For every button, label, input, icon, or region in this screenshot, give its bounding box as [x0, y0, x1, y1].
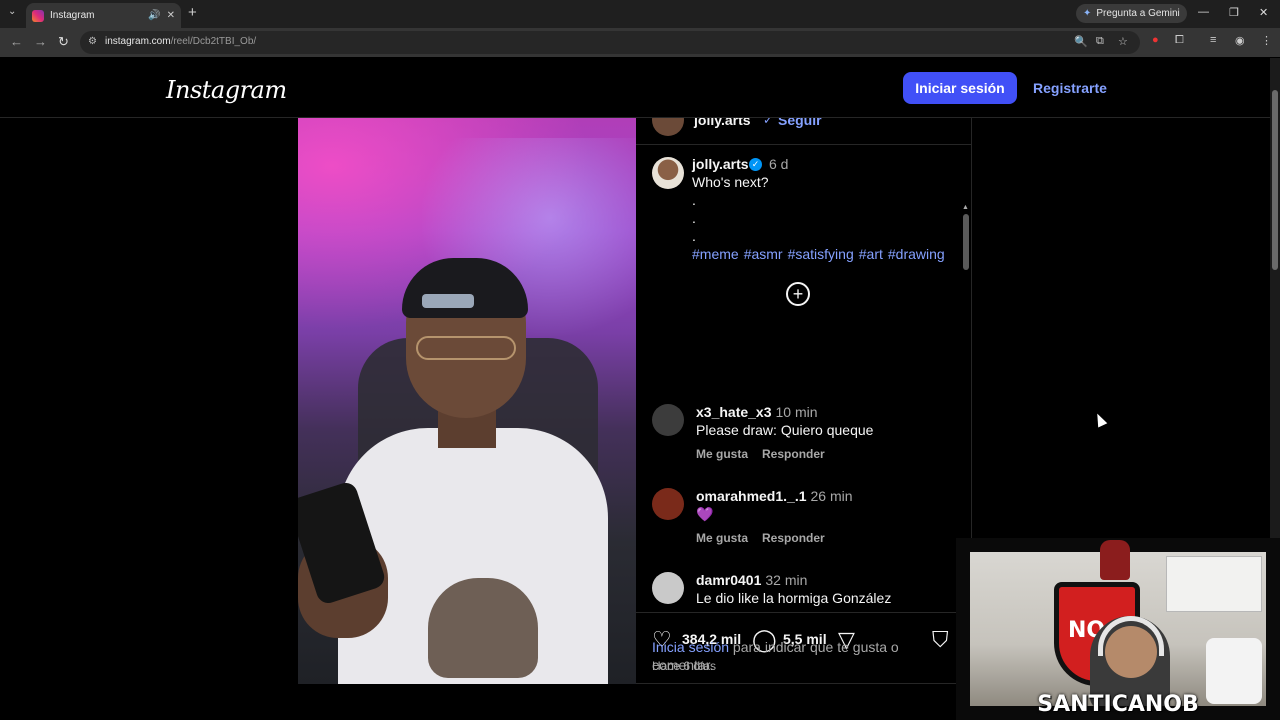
reload-icon[interactable]: ↻	[58, 34, 69, 50]
webcam-figurine	[1100, 540, 1130, 580]
hashtag-link[interactable]: #meme	[692, 246, 739, 262]
comment-username[interactable]: x3_hate_x3	[696, 404, 772, 420]
video-shirt-graphic	[428, 578, 538, 678]
comment-username[interactable]: damr0401	[696, 572, 761, 588]
signup-link[interactable]: Registrarte	[1033, 80, 1107, 96]
site-info-icon[interactable]: ⚙	[88, 36, 97, 47]
post-header: jolly.arts ✓ Seguir	[636, 118, 972, 145]
comment-reply-button[interactable]: Responder	[762, 531, 825, 545]
hashtag-link[interactable]: #art	[859, 246, 883, 262]
video-glasses	[416, 336, 516, 360]
media-icon[interactable]: ≡	[1210, 34, 1216, 46]
tab-title: Instagram	[50, 10, 95, 21]
scroll-up-arrow-icon[interactable]: ▲	[962, 204, 969, 211]
comment-like-button[interactable]: Me gusta	[696, 531, 748, 545]
comments-list: jolly.arts ✓ 6 d Who's next? . . . #meme…	[636, 146, 964, 612]
comment-time: 10 min	[775, 404, 818, 420]
site-header: Instagram Iniciar sesión Registrarte	[0, 58, 1270, 118]
author-username[interactable]: jolly.arts	[694, 118, 751, 128]
comment-text: Le dio like la hormiga González	[696, 590, 892, 606]
url-text[interactable]: instagram.com/reel/Dcb2tTBI_Ob/	[105, 36, 256, 47]
verified-badge-icon: ✓	[749, 158, 762, 171]
instagram-logo[interactable]: Instagram	[166, 76, 287, 104]
mouse-cursor-icon	[1092, 411, 1108, 428]
post-panel: jolly.arts ✓ Seguir jolly.arts ✓ 6 d Who…	[636, 118, 972, 684]
caption-avatar[interactable]	[652, 157, 684, 189]
verified-icon: ✓	[763, 118, 774, 127]
instagram-favicon-icon	[32, 9, 44, 22]
gemini-button[interactable]: ✦ Pregunta a Gemini	[1076, 4, 1187, 23]
caption-dot: .	[692, 192, 696, 208]
browser-tab[interactable]: Instagram 🔊 ✕	[26, 3, 181, 28]
caption-dot: .	[692, 228, 696, 244]
comment-text: Please draw: Quiero queque	[696, 422, 874, 438]
speaker-icon[interactable]: 🔊	[148, 10, 160, 21]
restore-icon[interactable]: ❐	[1229, 6, 1239, 19]
follow-button[interactable]: Seguir	[778, 118, 822, 128]
caption-dot: .	[692, 210, 696, 226]
new-tab-button[interactable]: +	[188, 4, 197, 21]
page-scroll-thumb[interactable]	[1272, 90, 1278, 270]
bookmark-star-icon[interactable]: ☆	[1118, 35, 1128, 48]
video-cap-band	[422, 294, 474, 308]
save-bookmark-icon[interactable]: ⛉	[932, 627, 949, 653]
back-icon[interactable]: ←	[10, 34, 23, 49]
login-button[interactable]: Iniciar sesión	[903, 72, 1017, 104]
caption-text: Who's next?	[692, 174, 769, 190]
comment-time: 26 min	[810, 488, 853, 504]
comment-avatar[interactable]	[652, 572, 684, 604]
comment-item: omarahmed1._.1 26 min 💜 Me gusta Responder	[636, 488, 964, 568]
profile-icon[interactable]: ◉	[1235, 34, 1245, 47]
load-more-comments-icon[interactable]: +	[786, 282, 810, 306]
reel-video[interactable]: 🔊	[298, 118, 636, 684]
comment-user-line: damr0401 32 min	[696, 572, 807, 588]
comment-avatar[interactable]	[652, 404, 684, 436]
zoom-icon[interactable]: 🔍	[1074, 35, 1088, 48]
comment-time: 32 min	[765, 572, 808, 588]
forward-icon[interactable]: →	[34, 34, 47, 49]
extension-icon[interactable]: ●	[1152, 34, 1159, 46]
install-icon[interactable]: ⧉	[1096, 35, 1104, 48]
login-prompt: Inicia sesión para indicar que te gusta …	[652, 638, 922, 674]
author-avatar[interactable]	[652, 118, 684, 136]
comment-user-line: x3_hate_x3 10 min	[696, 404, 818, 420]
caption-username[interactable]: jolly.arts	[692, 156, 749, 172]
browser-tab-bar: ⌄ Instagram 🔊 ✕ + ✦ Pregunta a Gemini — …	[0, 0, 1280, 28]
url-path: /reel/Dcb2tTBI_Ob/	[170, 36, 257, 47]
hashtag-link[interactable]: #asmr	[744, 246, 783, 262]
browser-toolbar: ← → ↻ ⚙ instagram.com/reel/Dcb2tTBI_Ob/ …	[0, 28, 1280, 57]
hashtag-link[interactable]: #satisfying	[788, 246, 854, 262]
webcam-whiteboard	[1166, 556, 1262, 612]
extensions-puzzle-icon[interactable]: ⧠	[1175, 34, 1184, 47]
comment-item: x3_hate_x3 10 min Please draw: Quiero que…	[636, 404, 964, 484]
url-host: instagram.com	[105, 36, 171, 47]
menu-kebab-icon[interactable]: ⋮	[1261, 34, 1272, 47]
comment-item: damr0401 32 min Le dio like la hormiga Go…	[636, 572, 964, 612]
gemini-label: Pregunta a Gemini	[1096, 8, 1180, 19]
comment-actions: Me gusta Responder	[696, 447, 839, 461]
tab-search-chevron-icon[interactable]: ⌄	[8, 6, 16, 17]
comment-avatar[interactable]	[652, 488, 684, 520]
gemini-spark-icon: ✦	[1083, 8, 1092, 19]
comment-text: 💜	[696, 506, 714, 522]
comments-scroll-thumb[interactable]	[963, 214, 969, 270]
close-tab-icon[interactable]: ✕	[167, 10, 175, 21]
minimize-icon[interactable]: —	[1198, 6, 1209, 18]
hashtag-link[interactable]: #drawing	[888, 246, 945, 262]
login-prompt-link[interactable]: Inicia sesión	[652, 639, 729, 655]
comment-user-line: omarahmed1._.1 26 min	[696, 488, 853, 504]
comment-like-button[interactable]: Me gusta	[696, 447, 748, 461]
address-bar[interactable]: ⚙ instagram.com/reel/Dcb2tTBI_Ob/ 🔍 ⧉ ☆	[80, 31, 1140, 54]
streamer-name: SANTICANOB	[1037, 692, 1199, 717]
caption-time: 6 d	[769, 156, 789, 172]
comment-username[interactable]: omarahmed1._.1	[696, 488, 807, 504]
comment-actions: Me gusta Responder	[696, 531, 839, 545]
comment-reply-button[interactable]: Responder	[762, 447, 825, 461]
close-window-icon[interactable]: ✕	[1259, 6, 1268, 19]
hashtags: #meme #asmr #satisfying #art #drawing	[692, 246, 950, 262]
